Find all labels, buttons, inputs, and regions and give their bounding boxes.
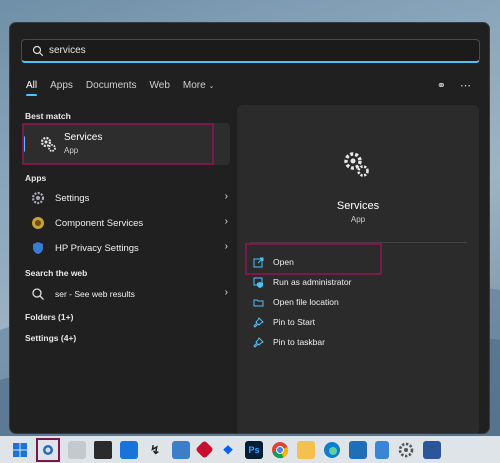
app-item-hp-privacy[interactable]: HP Privacy Settings › <box>22 237 230 259</box>
action-open-file-location[interactable]: Open file location <box>253 294 339 310</box>
vs-code-icon[interactable] <box>349 440 367 459</box>
app-icon[interactable] <box>195 440 214 459</box>
windows-start-icon[interactable] <box>11 441 29 459</box>
chevron-right-icon: › <box>224 216 228 227</box>
task-view-icon[interactable] <box>68 440 86 459</box>
gear-icon <box>344 152 369 177</box>
pin-icon <box>253 336 264 348</box>
section-best-match: Best match <box>25 111 71 121</box>
chevron-right-icon: › <box>224 191 228 202</box>
app-item-component-services[interactable]: Component Services › <box>22 212 230 234</box>
more-options-icon[interactable]: ⋯ <box>460 79 471 92</box>
app-item-hp-privacy-label: HP Privacy Settings <box>55 242 139 254</box>
folder-icon <box>253 299 264 306</box>
tab-more-label: More <box>182 80 206 91</box>
tab-documents[interactable]: Documents <box>86 80 137 94</box>
action-pin-to-taskbar[interactable]: Pin to taskbar <box>253 334 325 350</box>
tab-more[interactable]: More ⌄ <box>183 80 214 94</box>
web-search-label: ser - See web results <box>55 289 135 299</box>
pin-icon <box>253 316 264 328</box>
section-settings[interactable]: Settings (4+) <box>10 333 76 343</box>
search-input[interactable] <box>49 45 449 56</box>
store-icon[interactable] <box>94 440 112 459</box>
chevron-right-icon: › <box>224 287 228 298</box>
search-icon <box>43 444 53 455</box>
component-services-icon <box>32 217 44 229</box>
search-icon <box>32 288 44 300</box>
section-search-web: Search the web <box>25 268 88 278</box>
chevron-down-icon: ⌄ <box>208 83 215 90</box>
search-icon <box>32 45 44 56</box>
monitor-icon[interactable] <box>172 440 190 459</box>
tab-web[interactable]: Web <box>150 80 170 94</box>
app-item-settings-label: Settings <box>55 192 90 204</box>
settings-gear-icon <box>31 191 45 205</box>
start-menu-search-panel: All Apps Documents Web More ⌄ ⚭ ⋯ Best m… <box>9 22 490 434</box>
action-open-file-location-label: Open file location <box>273 297 339 307</box>
word-icon[interactable] <box>423 440 441 459</box>
action-run-as-admin-label: Run as administrator <box>273 277 352 287</box>
section-folders[interactable]: Folders (1+) <box>10 312 73 322</box>
web-search-item[interactable]: ser - See web results › <box>22 283 230 305</box>
detail-subtitle: App <box>350 215 366 224</box>
filter-tabs: All Apps Documents Web More ⌄ <box>26 78 214 96</box>
app-item-settings[interactable]: Settings › <box>22 187 230 209</box>
notepad-icon[interactable] <box>375 440 389 459</box>
section-apps: Apps <box>25 173 47 183</box>
folder-icon[interactable] <box>297 440 315 459</box>
detail-pane: Services App Open Run as administrator O… <box>237 105 479 433</box>
search-bar[interactable] <box>21 39 480 63</box>
top-right-actions: ⚭ ⋯ <box>437 79 471 92</box>
taskbar: ↯ ❖ Ps <box>0 436 500 463</box>
detail-title: Services <box>336 200 380 212</box>
highlight-best-match <box>22 123 214 165</box>
action-pin-to-start-label: Pin to Start <box>273 317 316 327</box>
action-pin-to-start[interactable]: Pin to Start <box>253 314 315 330</box>
chevron-right-icon: › <box>224 241 228 252</box>
shield-icon <box>253 277 263 288</box>
app-item-component-services-label: Component Services <box>55 217 144 229</box>
settings-icon[interactable] <box>397 441 415 459</box>
mail-icon[interactable] <box>120 440 138 459</box>
edge-icon[interactable] <box>323 441 341 459</box>
action-run-as-admin[interactable]: Run as administrator <box>253 274 351 290</box>
chrome-icon[interactable] <box>271 441 289 459</box>
hp-privacy-icon <box>33 242 43 254</box>
dropbox-icon[interactable]: ❖ <box>219 441 237 459</box>
account-switch-icon[interactable]: ⚭ <box>437 79 446 92</box>
search-taskbar-button[interactable] <box>36 437 60 462</box>
photoshop-icon[interactable]: Ps <box>245 440 263 459</box>
terminal-icon[interactable]: ↯ <box>146 441 164 459</box>
tab-all[interactable]: All <box>26 80 38 96</box>
tab-apps[interactable]: Apps <box>50 80 73 94</box>
highlight-open <box>245 243 382 275</box>
action-pin-to-taskbar-label: Pin to taskbar <box>273 337 325 347</box>
